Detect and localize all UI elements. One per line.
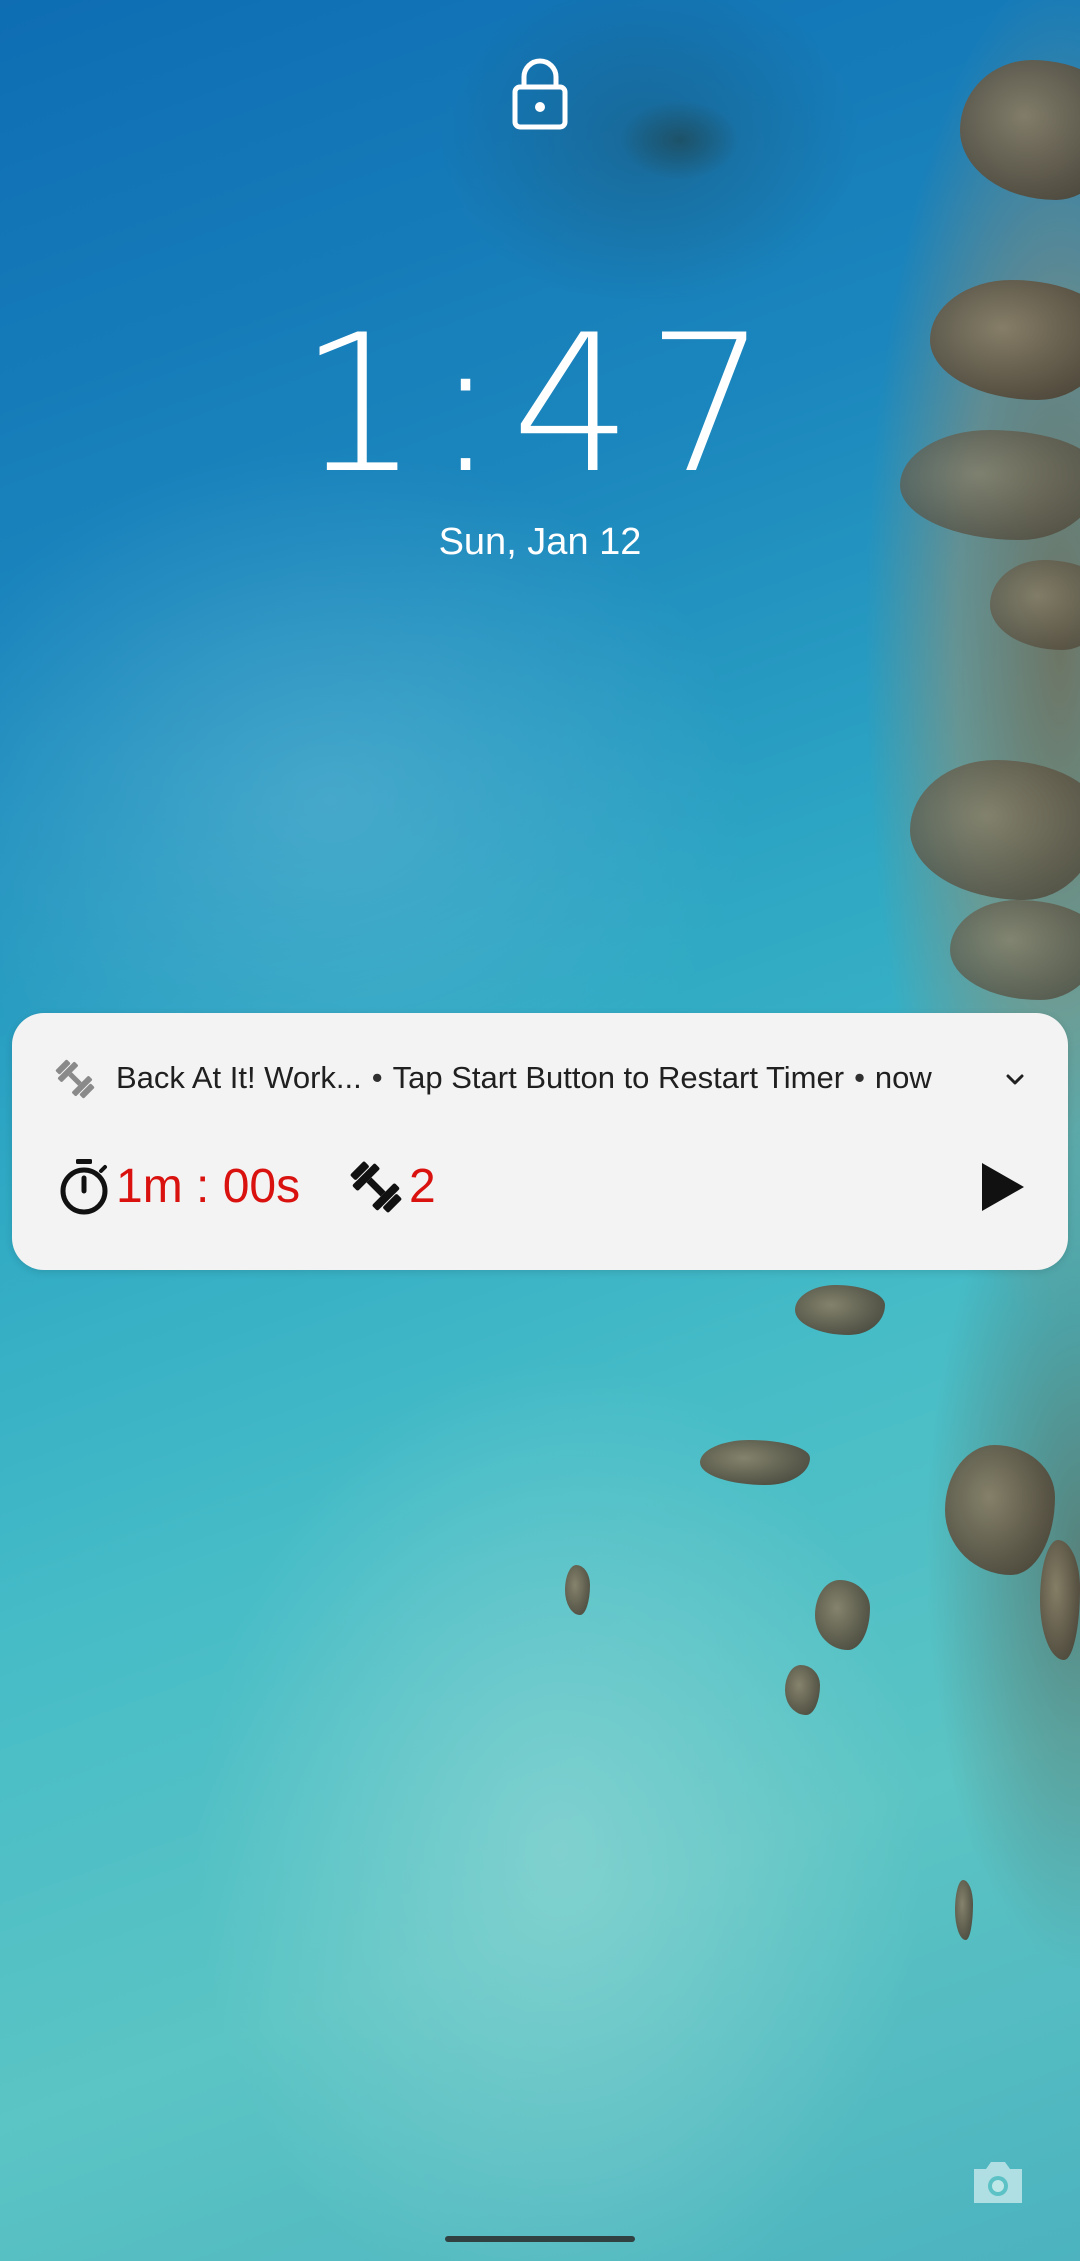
header-separator: • bbox=[854, 1060, 865, 1095]
notification-app-name: Back At It! Work... bbox=[116, 1060, 362, 1095]
navigation-handle[interactable] bbox=[445, 2236, 635, 2242]
notification-header-text: Back At It! Work... • Tap Start Button to … bbox=[116, 1057, 932, 1099]
set-count: 2 bbox=[409, 1160, 436, 1213]
play-icon[interactable] bbox=[972, 1157, 1032, 1217]
dumbbell-icon bbox=[350, 1161, 402, 1213]
notification-header[interactable]: Back At It! Work... • Tap Start Button to … bbox=[12, 1013, 1068, 1143]
timer-value: 1m : 00s bbox=[116, 1160, 301, 1213]
lock-icon bbox=[512, 58, 568, 130]
notification-message: Tap Start Button to Restart Timer bbox=[392, 1060, 845, 1095]
workout-notification[interactable]: Back At It! Work... • Tap Start Button to … bbox=[12, 1013, 1068, 1270]
header-separator: • bbox=[371, 1060, 383, 1095]
stopwatch-icon bbox=[60, 1159, 108, 1215]
clock-date: Sun, Jan 12 bbox=[438, 521, 642, 563]
notification-timestamp: now bbox=[874, 1060, 932, 1095]
camera-icon[interactable] bbox=[970, 2157, 1026, 2207]
chevron-down-icon[interactable] bbox=[1002, 1067, 1028, 1093]
clock-time: 1:47 bbox=[298, 294, 782, 515]
notification-body: 1m : 00s 2 bbox=[12, 1143, 1068, 1253]
dumbbell-icon bbox=[55, 1059, 95, 1099]
lock-screen: 1:47 Sun, Jan 12 Back At It! Work... • Tap… bbox=[0, 0, 1080, 2261]
